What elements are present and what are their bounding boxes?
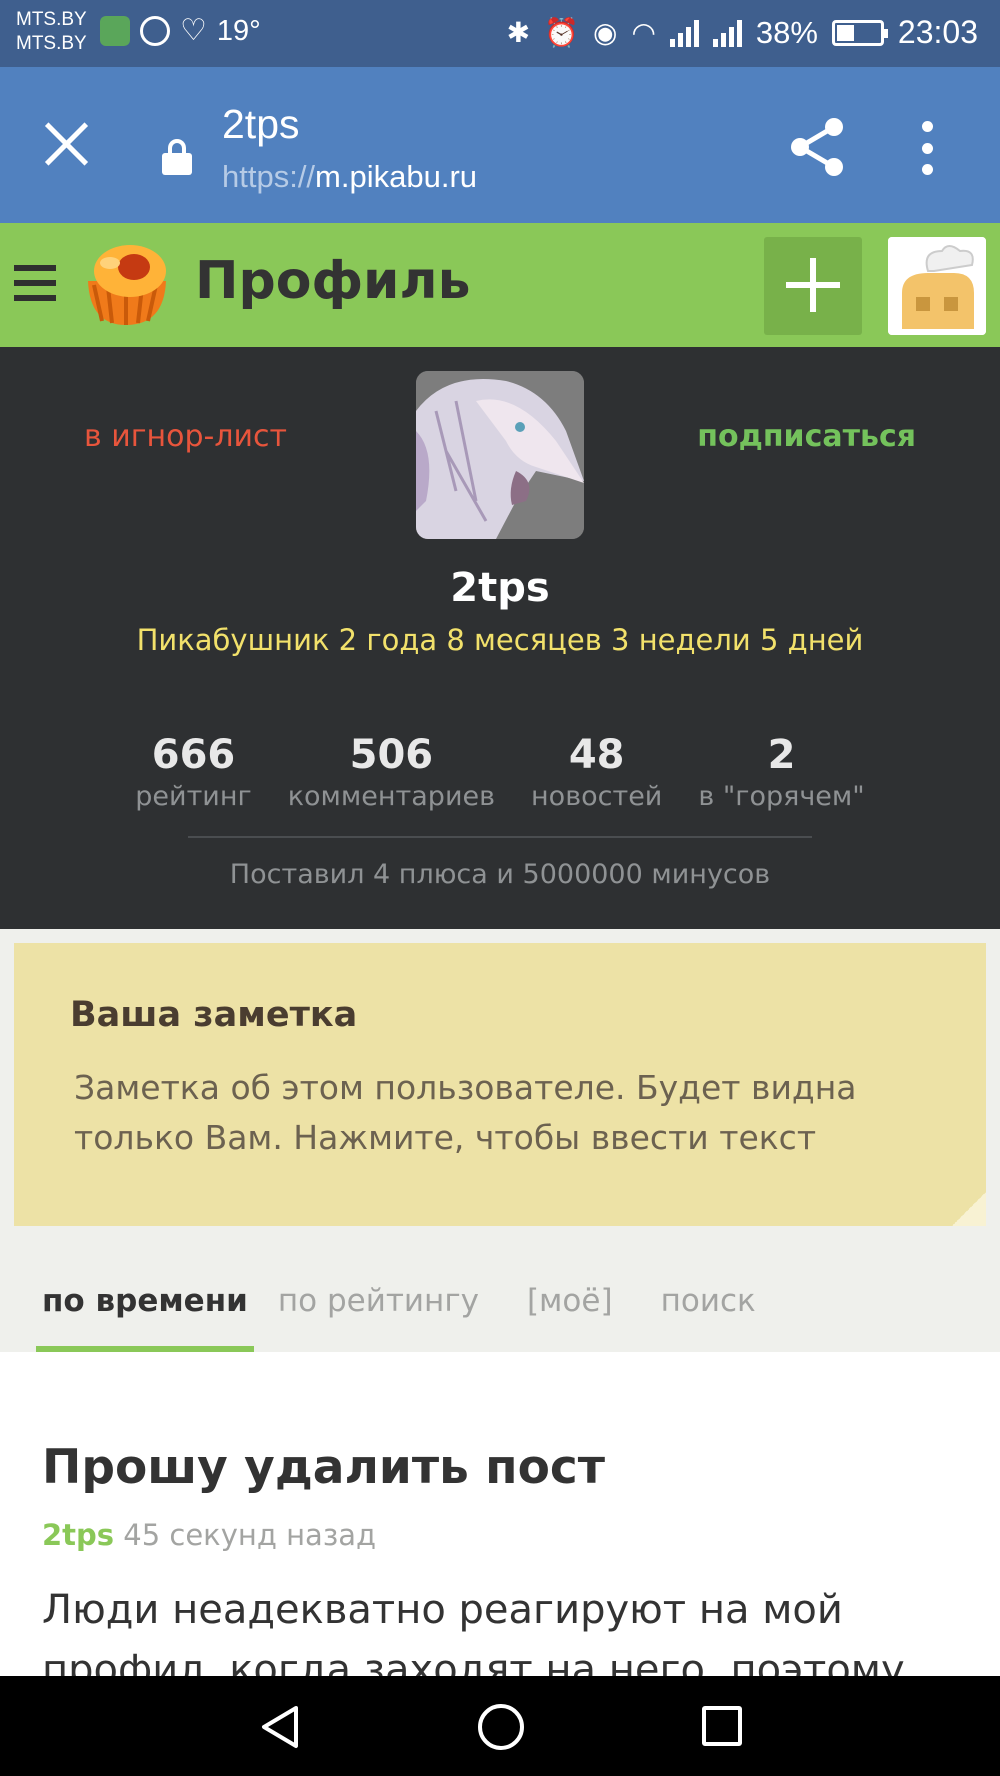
carrier-2: MTS.BY — [16, 33, 87, 54]
stat-rating: 666 рейтинг — [117, 731, 269, 815]
profile-card: в игнор-лист подписаться 2tps Пикабушник… — [0, 347, 1000, 929]
post-time: 45 секунд назад — [123, 1518, 377, 1552]
stat-value: 506 — [349, 732, 434, 778]
stat-hot[interactable]: 2 в "горячем" — [680, 731, 882, 815]
post-title[interactable]: Прошу удалить пост — [42, 1440, 605, 1495]
profile-avatar[interactable] — [416, 371, 584, 539]
page-title-browser: 2tps — [222, 101, 300, 147]
divider — [188, 836, 812, 838]
system-icons: ✱ ⏰ ◉ ◠ 38% 23:03 — [507, 14, 978, 51]
note-fold-corner — [952, 1192, 986, 1226]
tab-mine[interactable]: [моё] — [527, 1250, 637, 1352]
status-bar: MTS.BY MTS.BY ♡ 19° ✱ ⏰ ◉ ◠ 38% 23:03 — [0, 0, 1000, 67]
note-title: Ваша заметка — [70, 995, 358, 1035]
tab-by-time[interactable]: по времени — [36, 1250, 254, 1352]
battery-icon — [831, 19, 888, 46]
stat-label: рейтинг — [135, 781, 252, 812]
tab-search[interactable]: поиск — [661, 1250, 780, 1352]
signal-icon-2 — [712, 19, 742, 47]
close-icon[interactable] — [44, 121, 90, 167]
post-card: Прошу удалить пост 2tps 45 секунд назад … — [0, 1352, 1000, 1676]
ignore-list-link[interactable]: в игнор-лист — [84, 419, 287, 454]
app-notification-icon — [100, 16, 130, 46]
back-icon[interactable] — [258, 1704, 302, 1750]
url-display[interactable]: https://m.pikabu.ru — [222, 159, 477, 195]
clock: 23:03 — [897, 14, 978, 50]
post-meta: 2tps 45 секунд назад — [42, 1518, 376, 1552]
system-nav-bar — [0, 1676, 1000, 1776]
eye-comfort-icon: ◉ — [593, 16, 618, 48]
post-body: Люди неадекватно реагируют на мой профил… — [42, 1587, 905, 1676]
membership-duration: Пикабушник 2 года 8 месяцев 3 недели 5 д… — [136, 623, 864, 657]
browser-toolbar: 2tps https://m.pikabu.ru — [0, 67, 1000, 223]
stat-label: в "горячем" — [698, 781, 865, 812]
recent-apps-icon[interactable] — [702, 1706, 742, 1746]
more-options-icon[interactable] — [920, 121, 934, 175]
carrier-names: MTS.BY MTS.BY — [16, 8, 87, 56]
bluetooth-icon: ✱ — [506, 16, 531, 48]
page-title: Профиль — [195, 251, 471, 311]
url-scheme: https:// — [222, 159, 316, 194]
tab-by-rating[interactable]: по рейтингу — [278, 1250, 503, 1352]
stat-value: 666 — [151, 732, 236, 778]
sort-tabs: по времени по рейтингу [моё] поиск — [0, 1250, 1000, 1352]
temperature: 19° — [216, 15, 261, 47]
stat-label: комментариев — [287, 781, 496, 812]
home-icon[interactable] — [478, 1704, 524, 1750]
health-icon: ♡ — [180, 13, 207, 48]
share-icon[interactable] — [790, 117, 846, 177]
stat-posts[interactable]: 48 новостей — [513, 731, 680, 815]
url-host: m.pikabu.ru — [315, 159, 478, 194]
post-author[interactable]: 2tps — [42, 1518, 114, 1552]
notification-icons: ♡ 19° — [100, 16, 261, 46]
user-note[interactable]: Ваша заметка Заметка об этом пользовател… — [14, 943, 986, 1226]
battery-percent: 38% — [755, 14, 818, 50]
votes-summary: Поставил 4 плюса и 5000000 минусов — [229, 859, 771, 890]
site-header: Профиль — [0, 223, 1000, 347]
stat-comments[interactable]: 506 комментариев — [270, 731, 513, 815]
stat-label: новостей — [531, 781, 663, 812]
user-avatar[interactable] — [888, 237, 986, 335]
wifi-icon: ◠ — [631, 16, 656, 48]
pikabu-logo[interactable] — [80, 241, 170, 327]
note-placeholder: Заметка об этом пользователе. Будет видн… — [74, 1068, 857, 1157]
carrier-1: MTS.BY — [16, 9, 87, 30]
add-post-button[interactable] — [764, 237, 862, 335]
stat-value: 48 — [568, 732, 625, 778]
phone-icon — [140, 16, 170, 46]
signal-icon — [669, 19, 699, 47]
profile-stats: 666 рейтинг 506 комментариев 48 новостей… — [0, 731, 1000, 815]
lock-icon[interactable] — [162, 139, 192, 175]
menu-icon[interactable] — [14, 265, 56, 301]
alarm-icon: ⏰ — [544, 16, 579, 48]
username: 2tps — [450, 565, 550, 611]
subscribe-link[interactable]: подписаться — [697, 419, 916, 454]
stat-value: 2 — [767, 732, 796, 778]
